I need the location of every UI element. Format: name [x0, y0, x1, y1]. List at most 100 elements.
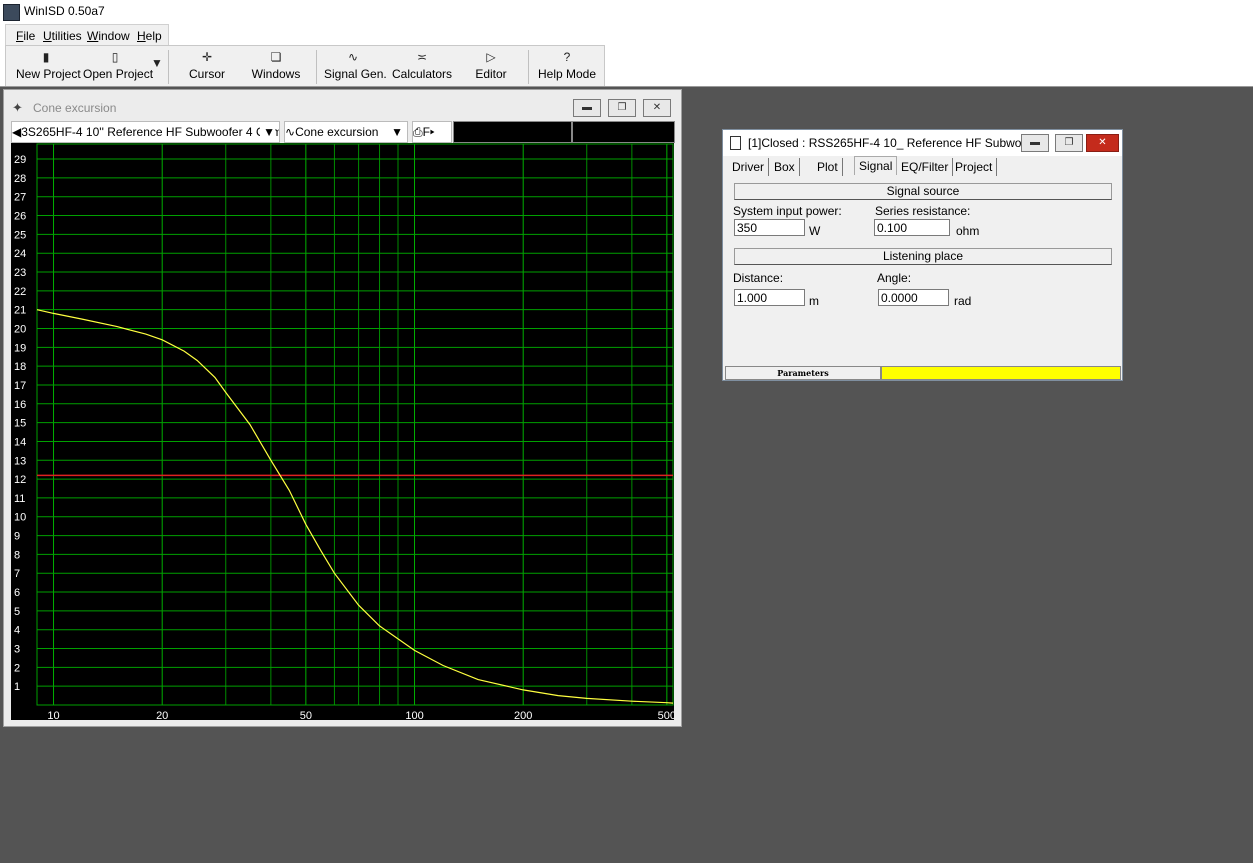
print-button[interactable]: ⎙F▸ [412, 121, 452, 143]
y-tick-label: 29 [14, 154, 26, 166]
params-window-titlebar[interactable]: [1]Closed : RSS265HF-4 10_ Reference HF … [723, 130, 1122, 156]
scroll-left-icon: ◀ [12, 125, 22, 139]
toolbar-area: ▮ New Project ▯ Open Project ▼ ✛ Cursor … [0, 45, 1253, 87]
tab-signal[interactable]: Signal [854, 156, 898, 175]
distance-label: Distance: [733, 271, 784, 285]
plot-border [36, 143, 674, 706]
system-input-power-field[interactable]: 350 [734, 219, 805, 236]
close-button[interactable]: ✕ [1086, 134, 1119, 152]
x-tick-label: 200 [514, 710, 532, 720]
chart-svg[interactable]: 1234567891011121314151617181920212223242… [11, 143, 674, 720]
chevron-down-icon: ▼ [391, 125, 403, 139]
driver-select[interactable]: ◀3S265HF-4 10'' Reference HF Subwoofer 4… [11, 121, 280, 143]
x-tick-label: 500 [658, 710, 674, 720]
y-tick-label: 14 [14, 436, 26, 448]
new-project-icon: ▮ [42, 50, 50, 64]
y-tick-label: 24 [14, 248, 26, 260]
cursor-button[interactable]: ✛ Cursor [186, 50, 228, 81]
tab-box[interactable]: Box [770, 158, 800, 176]
app-titlebar: WinISD 0.50a7 [0, 0, 1253, 23]
toolbar-separator [168, 50, 169, 84]
printer-icon: ⎙ [413, 125, 423, 139]
excursion-curve [36, 309, 674, 704]
plot-window-titlebar[interactable]: ✦ Cone excursion ▬ ❐ ✕ [4, 90, 681, 120]
help-mode-button[interactable]: ? Help Mode [538, 50, 596, 81]
series-resistance-field[interactable]: 0.100 [874, 219, 950, 236]
toolbar: ▮ New Project ▯ Open Project ▼ ✛ Cursor … [5, 45, 605, 87]
y-tick-label: 25 [14, 229, 26, 241]
signal-gen-button[interactable]: ∿ Signal Gen. [324, 50, 387, 81]
params-statusbar: Parameters [723, 366, 1122, 380]
minimize-button[interactable]: ▬ [573, 99, 601, 117]
menu-window[interactable]: Window [87, 29, 130, 43]
y-tick-label: 21 [14, 305, 26, 317]
editor-button[interactable]: ▷ Editor [471, 50, 511, 81]
calculator-icon: ≍ [416, 50, 428, 64]
listening-place-header: Listening place [734, 248, 1112, 265]
editor-icon: ▷ [486, 50, 496, 64]
x-tick-label: 50 [300, 710, 312, 720]
y-tick-label: 13 [14, 455, 26, 467]
y-tick-label: 5 [14, 606, 20, 618]
distance-field[interactable]: 1.000 [734, 289, 805, 306]
y-tick-label: 23 [14, 267, 26, 279]
document-icon [730, 136, 741, 150]
params-window-title: [1]Closed : RSS265HF-4 10_ Reference HF … [748, 136, 1032, 150]
new-project-button[interactable]: ▮ New Project [16, 50, 81, 81]
y-tick-label: 4 [14, 625, 20, 637]
menu-bar: File Utilities Window Help [0, 23, 1253, 46]
x-tick-label: 100 [405, 710, 423, 720]
tab-driver[interactable]: Driver [728, 158, 769, 176]
calculators-button[interactable]: ≍ Calculators [391, 50, 453, 81]
open-project-dropdown[interactable]: ▼ [151, 50, 163, 71]
status-indicator [881, 366, 1121, 380]
menu-utilities[interactable]: Utilities [43, 29, 82, 43]
app-icon [3, 4, 20, 21]
system-input-power-label: System input power: [733, 204, 842, 218]
signal-source-header: Signal source [734, 183, 1112, 200]
menu-help[interactable]: Help [137, 29, 162, 43]
close-button[interactable]: ✕ [643, 99, 671, 117]
y-tick-label: 12 [14, 474, 26, 486]
maximize-button[interactable]: ❐ [1055, 134, 1083, 152]
tab-project[interactable]: Project [951, 158, 998, 176]
windows-button[interactable]: ❏ Windows [248, 50, 304, 81]
help-question-icon: ? [563, 50, 571, 64]
plot-type-select[interactable]: ∿Cone excursion ▼ [284, 121, 408, 143]
tab-eq-filter[interactable]: EQ/Filter [897, 158, 954, 176]
windows-icon: ❏ [270, 50, 282, 64]
y-tick-label: 16 [14, 399, 26, 411]
y-tick-label: 26 [14, 211, 26, 223]
y-tick-label: 18 [14, 361, 26, 373]
y-tick-label: 10 [14, 512, 26, 524]
open-project-button[interactable]: ▯ Open Project [83, 50, 153, 81]
plot-window-title: Cone excursion [33, 101, 117, 115]
cone-excursion-chart[interactable]: 1 2 3 4 5 6 7 8 9 10 11 12 13 14 15 16 17 18 19 20 21 22 23 24 2… [11, 143, 674, 720]
open-folder-icon: ▯ [111, 50, 119, 64]
dropdown-arrow-icon: ▼ [151, 56, 163, 70]
menu-file[interactable]: File [16, 29, 35, 43]
y-tick-label: 22 [14, 286, 26, 298]
y-tick-label: 17 [14, 380, 26, 392]
app-title: WinISD 0.50a7 [24, 4, 105, 18]
y-tick-label: 2 [14, 662, 20, 674]
sine-wave-icon: ∿ [285, 125, 296, 139]
tab-plot[interactable]: Plot [813, 158, 843, 176]
series-resistance-label: Series resistance: [875, 204, 971, 218]
y-tick-label: 20 [14, 323, 26, 335]
angle-field[interactable]: 0.0000 [878, 289, 949, 306]
resistance-unit: ohm [956, 224, 980, 238]
mdi-border [0, 86, 1253, 87]
y-tick-label: 8 [14, 549, 20, 561]
minimize-button[interactable]: ▬ [1021, 134, 1049, 152]
y-tick-label: 3 [14, 644, 20, 656]
maximize-button[interactable]: ❐ [608, 99, 636, 117]
plot-toolbar: ◀3S265HF-4 10'' Reference HF Subwoofer 4… [11, 121, 675, 143]
x-tick-label: 20 [156, 710, 168, 720]
y-tick-label: 9 [14, 531, 20, 543]
menu-frame: File Utilities Window Help [5, 24, 169, 46]
y-tick-label: 11 [14, 493, 25, 505]
chevron-down-icon: ▼ [260, 122, 275, 142]
scroll-right-icon: ▸ [429, 125, 435, 139]
status-label: Parameters [725, 366, 881, 380]
